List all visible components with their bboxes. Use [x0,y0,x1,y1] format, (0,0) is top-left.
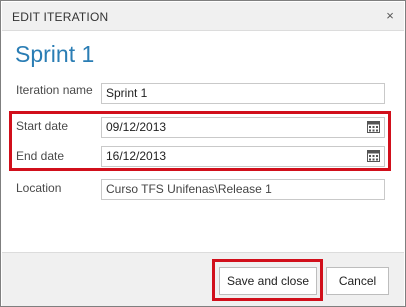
dialog-titlebar: EDIT ITERATION × [2,2,404,31]
start-date-label: Start date [16,119,69,133]
end-date-calendar-icon[interactable] [367,150,380,162]
dialog-title: EDIT ITERATION [12,10,109,24]
iteration-heading: Sprint 1 [15,41,95,67]
start-date-calendar-icon[interactable] [367,121,380,133]
location-field[interactable]: Curso TFS Unifenas\Release 1 [101,179,385,200]
save-and-close-button[interactable]: Save and close [219,267,317,295]
iteration-name-field[interactable]: Sprint 1 [101,83,385,104]
iteration-name-label: Iteration name [16,83,93,97]
close-icon[interactable]: × [382,8,398,24]
dialog-footer: Save and close Cancel [2,252,404,306]
cancel-button[interactable]: Cancel [326,267,389,295]
start-date-field[interactable]: 09/12/2013 [101,117,385,138]
end-date-field[interactable]: 16/12/2013 [101,146,385,167]
location-label: Location [16,181,62,195]
end-date-label: End date [16,149,65,163]
edit-iteration-dialog: EDIT ITERATION × Sprint 1 Iteration name… [0,0,406,307]
